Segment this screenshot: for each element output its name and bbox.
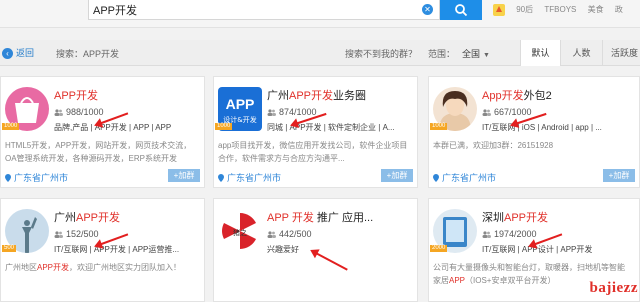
- group-tags: 同城 | APP开发 | 软件定制企业 | A...: [267, 122, 395, 133]
- back-arrow-icon: ‹: [2, 48, 13, 59]
- group-avatar: 猪之: [218, 209, 262, 253]
- group-tags: 品牌,产品 | APP开发 | APP | APP: [54, 122, 171, 133]
- level-badge: 1000: [2, 123, 19, 130]
- search-summary: 搜索：APP开发: [56, 47, 119, 60]
- filter-bar: ‹返回 搜索：APP开发 搜索不到我的群？ 范围： 全国▼ 默认 人数 活跃度: [0, 40, 640, 66]
- group-card[interactable]: APP 设计&开发 1000 广州APP开发业务圈 874/1000 同城 | …: [213, 76, 418, 188]
- member-count: 988/1000: [54, 107, 104, 117]
- range-select[interactable]: 全国▼: [462, 47, 490, 60]
- group-tags: IT/互联网 | APP设计 | APP开发: [482, 244, 592, 255]
- hot-tag[interactable]: TFBOYS: [544, 5, 576, 14]
- group-title[interactable]: 深圳APP开发: [482, 209, 548, 225]
- hot-tags: 90后 TFBOYS 美食 政: [492, 3, 632, 17]
- group-location: 广东省广州市: [433, 171, 496, 184]
- group-tags: IT/互联网 | iOS | Android | app | ...: [482, 122, 602, 133]
- people-icon: [267, 109, 276, 116]
- tab-default[interactable]: 默认: [520, 40, 560, 66]
- group-title[interactable]: App开发外包2: [482, 87, 552, 103]
- search-button[interactable]: [440, 0, 482, 20]
- group-title[interactable]: 广州APP开发业务圈: [267, 87, 366, 103]
- group-description: 广州地区APP开发，欢迎广州地区实力团队加入！: [5, 261, 201, 287]
- group-card[interactable]: 500 广州APP开发 152/500 IT/互联网 | APP开发 | APP…: [0, 198, 205, 302]
- chevron-down-icon: ▼: [483, 52, 490, 59]
- hot-logo-icon: [492, 3, 506, 17]
- location-pin-icon: [218, 174, 224, 182]
- group-description: 本群已满，欢迎加3群：26151928: [433, 139, 629, 165]
- hot-tag[interactable]: 政: [615, 5, 623, 14]
- group-location: 广东省广州市: [218, 171, 281, 184]
- location-pin-icon: [5, 174, 11, 182]
- not-found-link[interactable]: 搜索不到我的群？: [345, 47, 417, 60]
- member-count: 667/1000: [482, 107, 532, 117]
- level-badge: 500: [2, 245, 16, 252]
- group-card[interactable]: 1000 APP开发 988/1000 品牌,产品 | APP开发 | APP …: [0, 76, 205, 188]
- level-badge: 1000: [215, 123, 232, 130]
- hot-tag[interactable]: 美食: [588, 5, 604, 14]
- member-count: 442/500: [267, 229, 312, 239]
- join-group-button[interactable]: +加群: [603, 169, 635, 182]
- search-input[interactable]: [93, 2, 409, 17]
- join-group-button[interactable]: +加群: [168, 169, 200, 182]
- join-group-button[interactable]: +加群: [381, 169, 413, 182]
- svg-text:APP: APP: [226, 96, 255, 112]
- location-pin-icon: [433, 174, 439, 182]
- back-label: 返回: [16, 48, 34, 58]
- watermark: bajiezz: [590, 280, 638, 297]
- top-search-bar: ✕ 90后 TFBOYS 美食 政: [0, 0, 640, 28]
- people-icon: [54, 231, 63, 238]
- group-title[interactable]: 广州APP开发: [54, 209, 120, 225]
- group-tags: IT/互联网 | APP开发 | APP运营推...: [54, 244, 179, 255]
- tab-activity[interactable]: 活跃度: [602, 40, 640, 66]
- tab-members[interactable]: 人数: [560, 40, 602, 66]
- group-tags: 兴趣爱好: [267, 244, 299, 255]
- svg-text:猪之: 猪之: [233, 228, 247, 237]
- member-count: 874/1000: [267, 107, 317, 117]
- back-button[interactable]: ‹返回: [2, 46, 34, 59]
- people-icon: [54, 109, 63, 116]
- group-description: app项目找开发，微信应用开发找公司，软件企业项目合作，软件需求方与合应方沟通平…: [218, 139, 414, 165]
- member-count: 1974/2000: [482, 229, 537, 239]
- group-title[interactable]: APP开发: [54, 87, 98, 103]
- search-icon: [454, 3, 468, 17]
- range-value: 全国: [462, 49, 480, 59]
- people-icon: [482, 109, 491, 116]
- people-icon: [482, 231, 491, 238]
- group-location: 广东省广州市: [5, 171, 68, 184]
- group-card[interactable]: 1000 App开发外包2 667/1000 IT/互联网 | iOS | An…: [428, 76, 640, 188]
- range-label: 范围：: [428, 47, 455, 60]
- group-description: HTML5开发，APP开发，网站开发，网页技术交流，OA管理系统开发，各种源码开…: [5, 139, 201, 165]
- level-badge: 1000: [430, 123, 447, 130]
- member-count: 152/500: [54, 229, 99, 239]
- group-title[interactable]: APP 开发 推广 应用...: [267, 209, 373, 225]
- hot-tag[interactable]: 90后: [516, 5, 533, 14]
- clear-search-icon[interactable]: ✕: [422, 4, 433, 15]
- search-box[interactable]: ✕: [88, 0, 440, 20]
- level-badge: 2000: [430, 245, 447, 252]
- people-icon: [267, 231, 276, 238]
